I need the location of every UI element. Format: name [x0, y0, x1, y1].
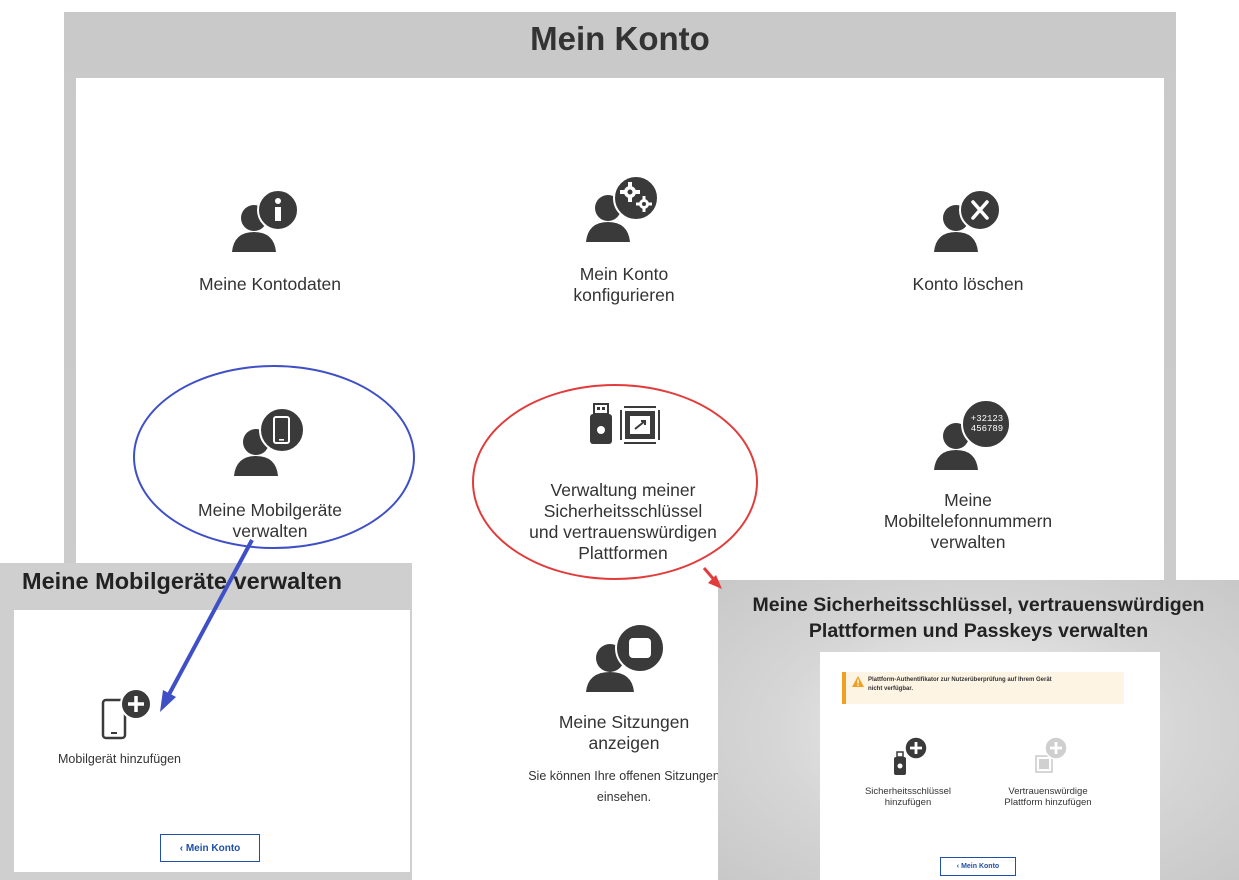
- arrow-head-mobile: [160, 690, 176, 712]
- annotation-arrows: [160, 539, 722, 712]
- arrow-to-mobile-inset: [164, 539, 254, 701]
